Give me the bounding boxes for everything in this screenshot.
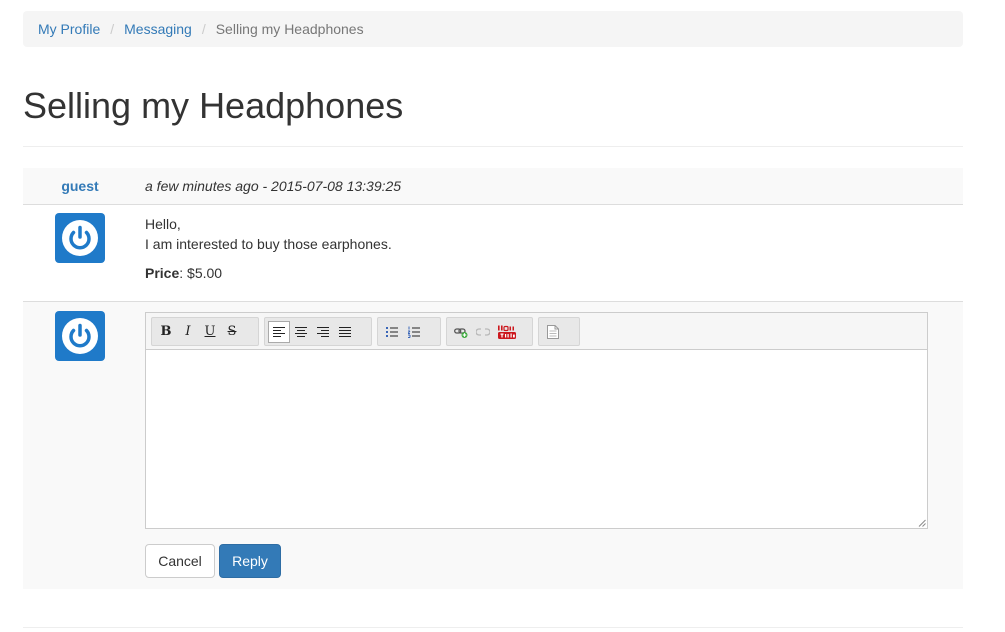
power-icon xyxy=(62,220,98,256)
message-body: Hello, I am interested to buy those earp… xyxy=(23,205,963,302)
power-icon xyxy=(62,318,98,354)
bold-button[interactable]: B xyxy=(155,321,177,343)
youtube-icon xyxy=(498,325,516,339)
author-avatar xyxy=(55,213,105,263)
view-source-button[interactable] xyxy=(542,321,564,343)
reply-area: B I U S Cancel Reply xyxy=(23,302,963,589)
justify-icon xyxy=(339,326,351,337)
page-title: Selling my Headphones xyxy=(23,85,404,126)
message-author-link[interactable]: guest xyxy=(23,168,137,204)
align-center-icon xyxy=(295,326,307,337)
document-icon xyxy=(547,324,559,339)
breadcrumb-my-profile[interactable]: My Profile xyxy=(38,21,100,37)
source-group xyxy=(538,317,580,346)
link-icon xyxy=(454,327,468,338)
message-line: I am interested to buy those earphones. xyxy=(145,236,392,252)
price-value: : $5.00 xyxy=(179,265,223,281)
italic-button[interactable]: I xyxy=(177,321,199,343)
insert-youtube-button[interactable] xyxy=(494,321,520,343)
numbered-list-button[interactable] xyxy=(403,321,425,343)
bullet-list-button[interactable] xyxy=(381,321,403,343)
message-text: Hello, I am interested to buy those earp… xyxy=(145,214,392,254)
alignment-group xyxy=(264,317,372,346)
unlink-button[interactable] xyxy=(472,321,494,343)
numbered-list-icon xyxy=(408,326,420,338)
message-editor-input[interactable] xyxy=(146,350,927,528)
user-avatar xyxy=(55,311,105,361)
bullet-list-icon xyxy=(386,326,398,337)
align-center-button[interactable] xyxy=(290,321,312,343)
price-label: Price xyxy=(145,265,180,281)
message-line: Hello, xyxy=(145,216,181,232)
editor-toolbar: B I U S xyxy=(146,313,927,350)
breadcrumb: My Profile / Messaging / Selling my Head… xyxy=(23,11,963,47)
message-timestamp: a few minutes ago - 2015-07-08 13:39:25 xyxy=(145,178,402,194)
footer-divider xyxy=(23,627,963,628)
resize-handle-icon[interactable] xyxy=(918,519,926,527)
insert-link-button[interactable] xyxy=(450,321,472,343)
reply-button[interactable]: Reply xyxy=(219,544,281,578)
title-divider xyxy=(23,146,963,147)
align-right-button[interactable] xyxy=(312,321,334,343)
align-left-button[interactable] xyxy=(268,320,290,343)
message-price: Price: $5.00 xyxy=(145,263,222,283)
strikethrough-button[interactable]: S xyxy=(221,321,243,343)
cancel-button[interactable]: Cancel xyxy=(145,544,215,578)
underline-button[interactable]: U xyxy=(199,321,221,343)
breadcrumb-separator: / xyxy=(201,21,206,37)
list-group xyxy=(377,317,441,346)
align-left-icon xyxy=(273,326,285,337)
message-header: guest a few minutes ago - 2015-07-08 13:… xyxy=(23,168,963,205)
breadcrumb-messaging[interactable]: Messaging xyxy=(124,21,192,37)
breadcrumb-separator: / xyxy=(110,21,115,37)
rich-text-editor: B I U S xyxy=(145,312,928,529)
insert-group xyxy=(446,317,533,346)
breadcrumb-current: Selling my Headphones xyxy=(215,21,364,37)
justify-button[interactable] xyxy=(334,321,356,343)
align-right-icon xyxy=(317,326,329,337)
unlink-icon xyxy=(476,327,490,336)
text-style-group: B I U S xyxy=(151,317,259,346)
